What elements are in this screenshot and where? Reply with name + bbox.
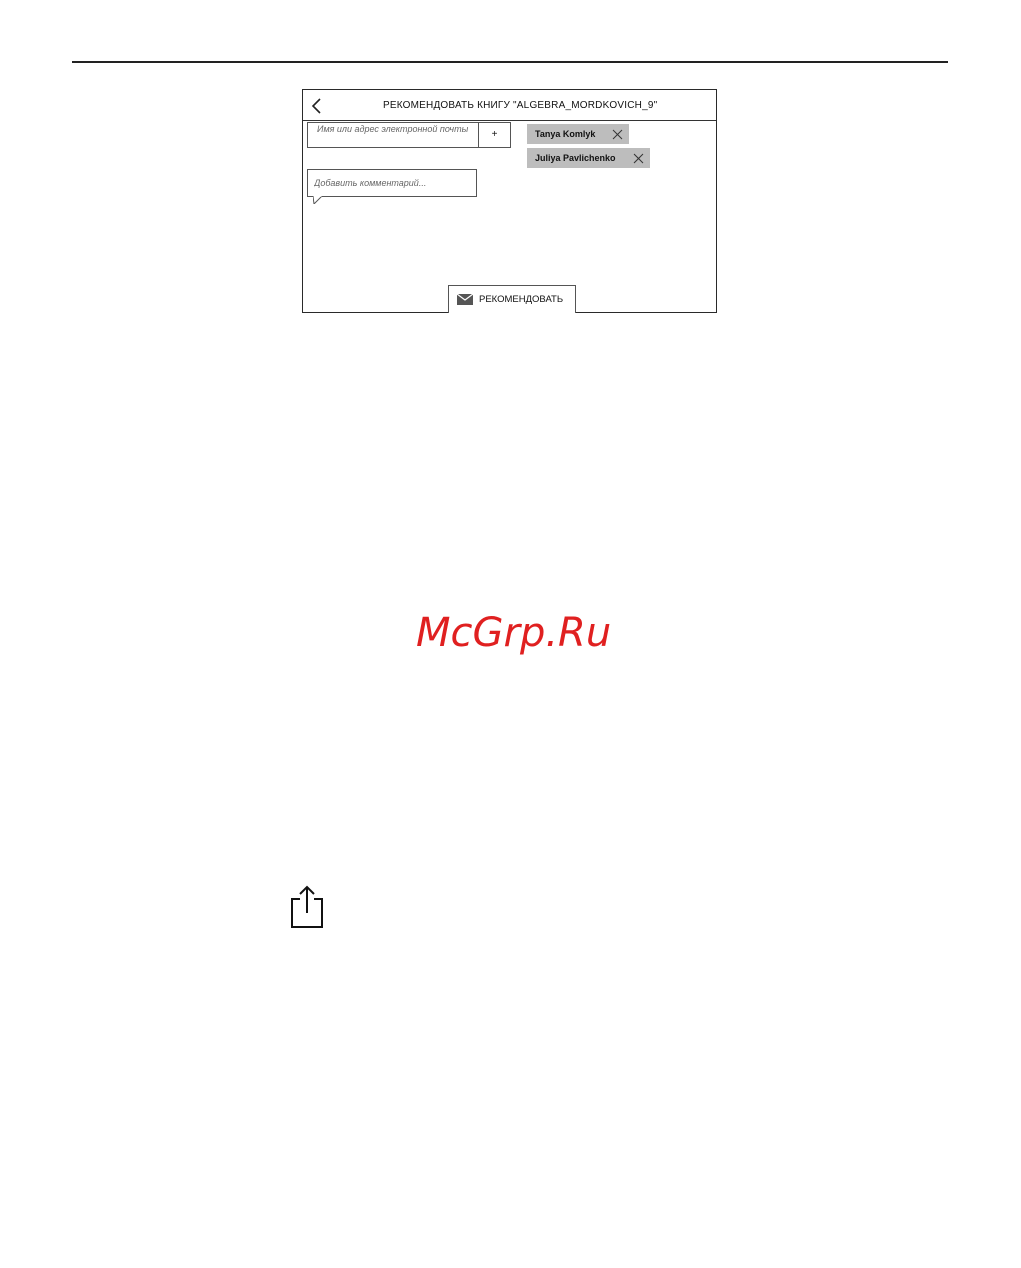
speech-bubble-tail-icon	[313, 196, 323, 204]
back-button[interactable]	[309, 97, 325, 115]
page-top-rule	[72, 61, 948, 63]
close-icon[interactable]	[633, 153, 644, 164]
comment-field	[307, 169, 477, 197]
recommend-button[interactable]: РЕКОМЕНДОВАТЬ	[448, 285, 576, 313]
recipient-field: +	[307, 122, 511, 148]
recipient-input[interactable]	[308, 123, 480, 147]
watermark: McGrp.Ru	[416, 610, 612, 656]
dialog-title: РЕКОМЕНДОВАТЬ КНИГУ "ALGEBRA_MORDKOVICH_…	[383, 100, 658, 111]
comment-input[interactable]	[308, 170, 476, 196]
recipient-chip: Juliya Pavlichenko	[527, 148, 650, 168]
share-icon	[291, 885, 323, 928]
recipient-chip-label: Tanya Komlyk	[535, 129, 596, 139]
close-icon[interactable]	[612, 129, 623, 140]
add-recipient-button[interactable]: +	[478, 123, 510, 147]
recipient-chip: Tanya Komlyk	[527, 124, 629, 144]
chevron-left-icon	[311, 98, 321, 114]
dialog-header: РЕКОМЕНДОВАТЬ КНИГУ "ALGEBRA_MORDKOVICH_…	[303, 90, 716, 121]
recipient-chip-label: Juliya Pavlichenko	[535, 153, 616, 163]
mail-icon	[457, 294, 473, 305]
recommend-book-dialog: РЕКОМЕНДОВАТЬ КНИГУ "ALGEBRA_MORDKOVICH_…	[302, 89, 717, 313]
recommend-button-label: РЕКОМЕНДОВАТЬ	[479, 294, 564, 305]
